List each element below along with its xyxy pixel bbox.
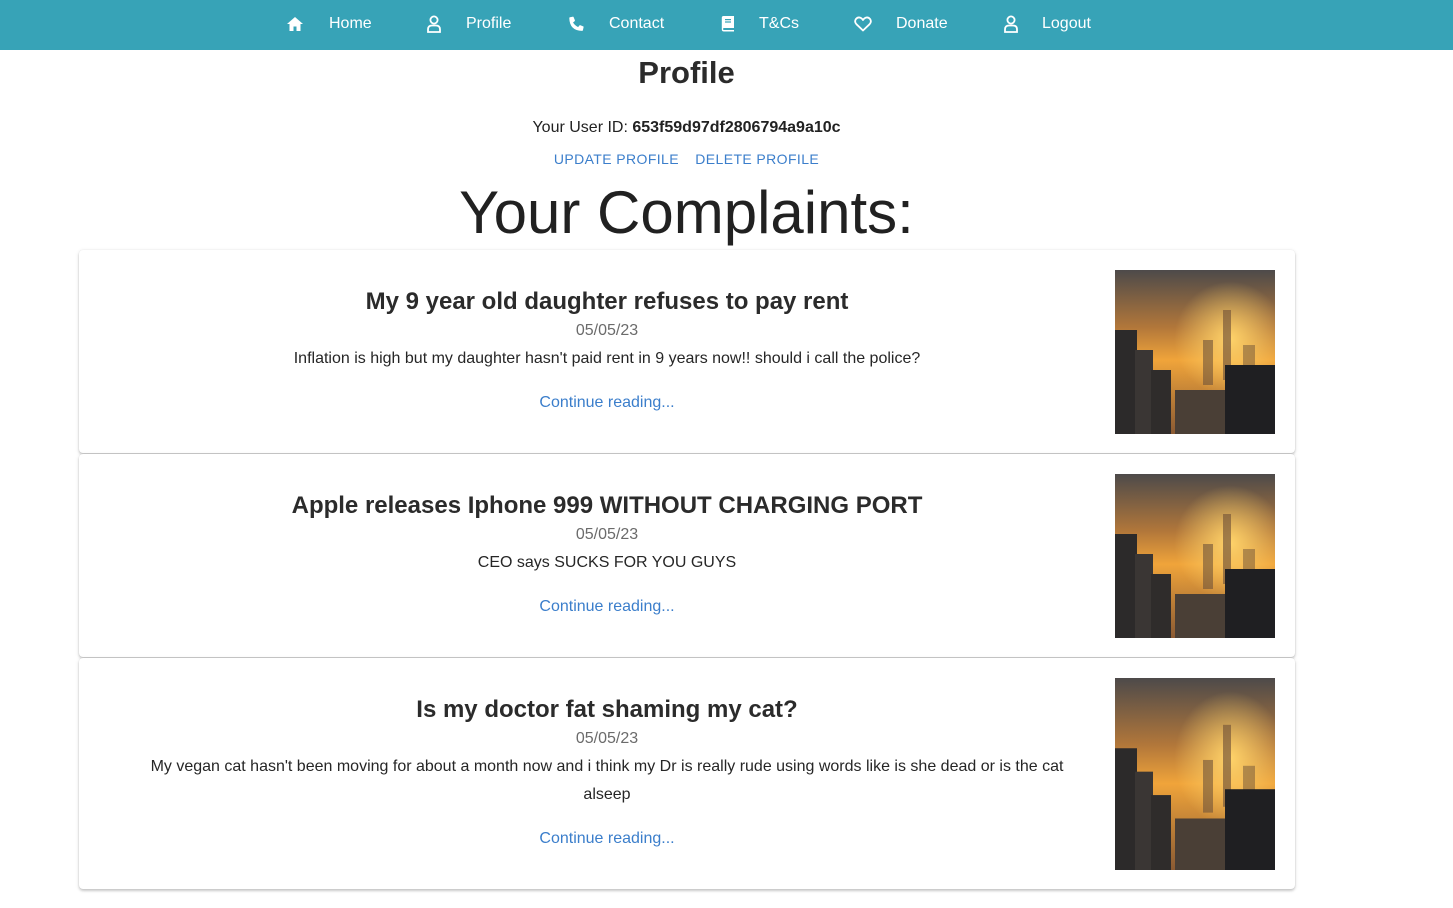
complaint-date: 05/05/23 [575, 322, 639, 339]
user-id-line: Your User ID: 653f59d97df2806794a9a10c [0, 119, 1373, 137]
nav-item-tcs[interactable]: T&Cs [719, 0, 799, 47]
phone-icon [567, 15, 585, 33]
complaint-date: 05/05/23 [575, 526, 639, 543]
home-icon [286, 15, 304, 33]
complaint-image[interactable] [1115, 474, 1275, 638]
complaint-text: My vegan cat hasn't been moving for abou… [150, 758, 1064, 803]
nav-label-home: Home [329, 14, 372, 32]
update-profile-button[interactable]: Update Profile [554, 151, 679, 167]
complaint-title[interactable]: My 9 year old daughter refuses to pay re… [79, 287, 1135, 317]
top-navbar: Home Profile Contact T&Cs Donate Logout [0, 0, 1453, 50]
complaint-title[interactable]: Is my doctor fat shaming my cat? [79, 695, 1135, 725]
complaint-title[interactable]: Apple releases Iphone 999 WITHOUT CHARGI… [79, 491, 1135, 521]
user-id-value: 653f59d97df2806794a9a10c [632, 119, 841, 136]
complaint-date: 05/05/23 [575, 730, 639, 747]
nav-label-donate: Donate [896, 14, 948, 32]
book-icon [719, 15, 737, 33]
nav-item-donate[interactable]: Donate [854, 0, 948, 47]
heart-icon [854, 15, 872, 33]
complaint-card: My 9 year old daughter refuses to pay re… [79, 250, 1295, 453]
complaint-image[interactable] [1115, 678, 1275, 870]
complaints-heading: Your Complaints: [459, 179, 914, 246]
nav-item-profile[interactable]: Profile [425, 0, 511, 47]
continue-reading-button[interactable]: Continue reading... [539, 394, 674, 411]
nav-label-tcs: T&Cs [759, 14, 799, 32]
complaint-card: Apple releases Iphone 999 WITHOUT CHARGI… [79, 454, 1295, 657]
complaint-card: Is my doctor fat shaming my cat? 05/05/2… [79, 658, 1295, 889]
complaint-text: CEO says SUCKS FOR YOU GUYS [477, 554, 737, 571]
user-icon [425, 15, 443, 33]
profile-actions: Update Profile Delete Profile [0, 151, 1373, 167]
delete-profile-button[interactable]: Delete Profile [695, 151, 819, 167]
continue-reading-link: Continue reading... [79, 393, 1135, 413]
user-id-label: Your User ID: [532, 119, 633, 136]
continue-reading-link: Continue reading... [79, 829, 1135, 849]
complaint-text: Inflation is high but my daughter hasn't… [293, 350, 921, 367]
page-title: Profile [638, 55, 735, 90]
continue-reading-button[interactable]: Continue reading... [539, 830, 674, 847]
nav-item-contact[interactable]: Contact [567, 0, 664, 47]
continue-reading-button[interactable]: Continue reading... [539, 598, 674, 615]
user-icon [1002, 15, 1020, 33]
nav-label-profile: Profile [466, 14, 512, 32]
nav-label-logout: Logout [1042, 14, 1091, 32]
continue-reading-link: Continue reading... [79, 597, 1135, 617]
nav-item-home[interactable]: Home [286, 0, 372, 47]
nav-item-logout[interactable]: Logout [1002, 0, 1091, 47]
nav-label-contact: Contact [609, 14, 665, 32]
complaint-image[interactable] [1115, 270, 1275, 434]
